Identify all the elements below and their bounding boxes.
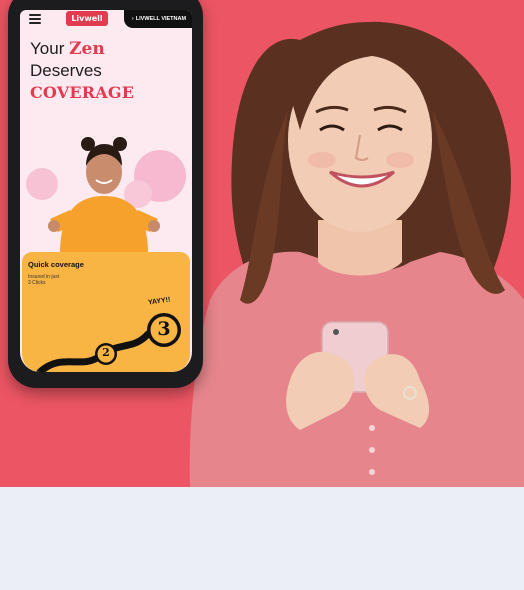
page-lower-section (0, 487, 524, 590)
region-label: LIVWELL VIETNAM (135, 16, 187, 22)
brand-logo-text: Livwell (71, 14, 103, 23)
headline-accent: Zen (69, 39, 105, 59)
phone-mockup: Livwell › LIVWELL VIETNAM Your Zen Deser… (8, 0, 203, 388)
meditating-girl-image (26, 137, 186, 254)
headline-line2: Deserves (30, 61, 102, 80)
phone-screen: Livwell › LIVWELL VIETNAM Your Zen Deser… (20, 10, 192, 372)
quick-coverage-card[interactable]: Quick coverage Insured in just 3 Clicks … (22, 252, 190, 372)
step-3-badge: 3 (157, 318, 171, 340)
phone-topbar: Livwell › LIVWELL VIETNAM (20, 10, 192, 28)
hero-banner: Livwell › LIVWELL VIETNAM Your Zen Deser… (0, 0, 524, 487)
brand-logo[interactable]: Livwell (66, 11, 108, 26)
headline-line3: COVERAGE (30, 83, 135, 102)
region-arrow-icon: › (131, 16, 134, 22)
region-selector[interactable]: › LIVWELL VIETNAM (124, 10, 192, 28)
headline-prefix: Your (30, 39, 65, 58)
hamburger-menu-icon[interactable] (29, 14, 41, 24)
step-2-badge: 2 (102, 346, 110, 359)
headline: Your Zen Deserves COVERAGE (30, 38, 134, 104)
